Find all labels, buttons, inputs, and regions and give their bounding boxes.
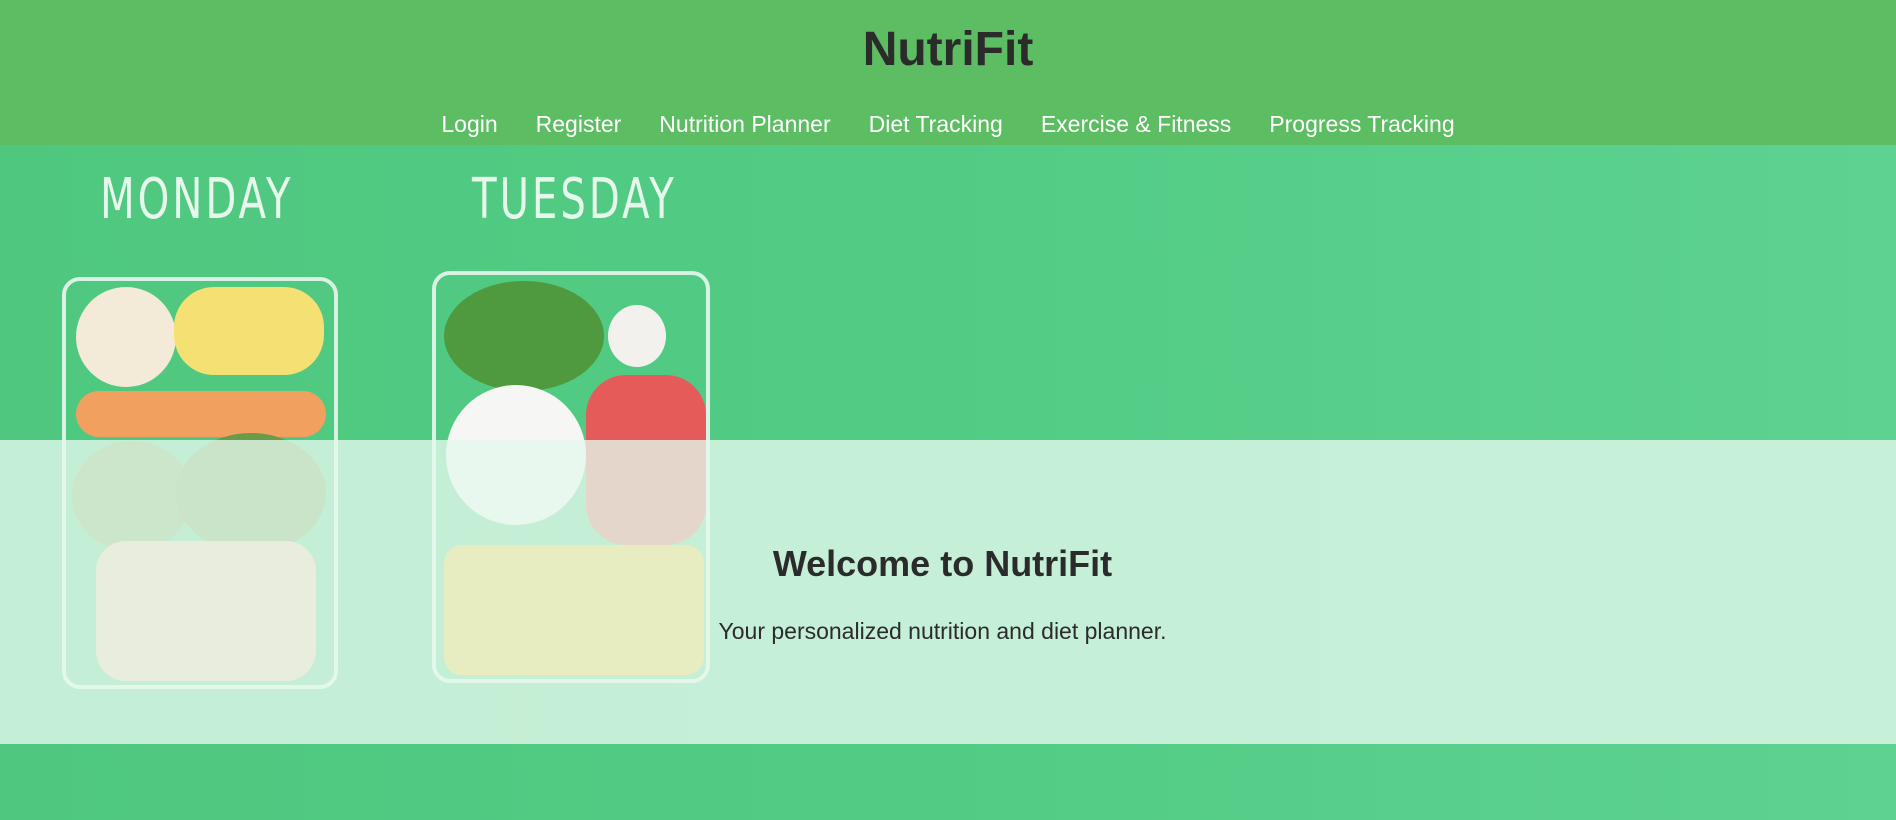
basil	[444, 281, 604, 391]
welcome-subtext: Your personalized nutrition and diet pla…	[718, 618, 1167, 644]
nav-register[interactable]: Register	[536, 109, 622, 139]
welcome-heading: Welcome to NutriFit	[772, 543, 1113, 584]
nav-diet-tracking[interactable]: Diet Tracking	[869, 109, 1003, 139]
nav-login[interactable]: Login	[441, 109, 497, 139]
hero-section: MONDAY TUESDAY Welcome to NutriFit Your …	[0, 145, 1896, 820]
site-title: NutriFit	[862, 23, 1034, 76]
nav-exercise-fitness[interactable]: Exercise & Fitness	[1041, 109, 1231, 139]
welcome-banner: Welcome to NutriFit Your personalized nu…	[0, 440, 1896, 744]
monday-label: MONDAY	[100, 167, 294, 232]
carrot	[76, 391, 326, 437]
nav-nutrition-planner[interactable]: Nutrition Planner	[659, 109, 830, 139]
corn	[174, 287, 324, 375]
site-header: NutriFit Login Register Nutrition Planne…	[0, 0, 1896, 145]
nav-progress-tracking[interactable]: Progress Tracking	[1269, 109, 1454, 139]
mushroom	[608, 305, 666, 367]
tuesday-label: TUESDAY	[472, 167, 677, 232]
cashews	[76, 287, 176, 387]
main-nav: Login Register Nutrition Planner Diet Tr…	[0, 109, 1896, 139]
